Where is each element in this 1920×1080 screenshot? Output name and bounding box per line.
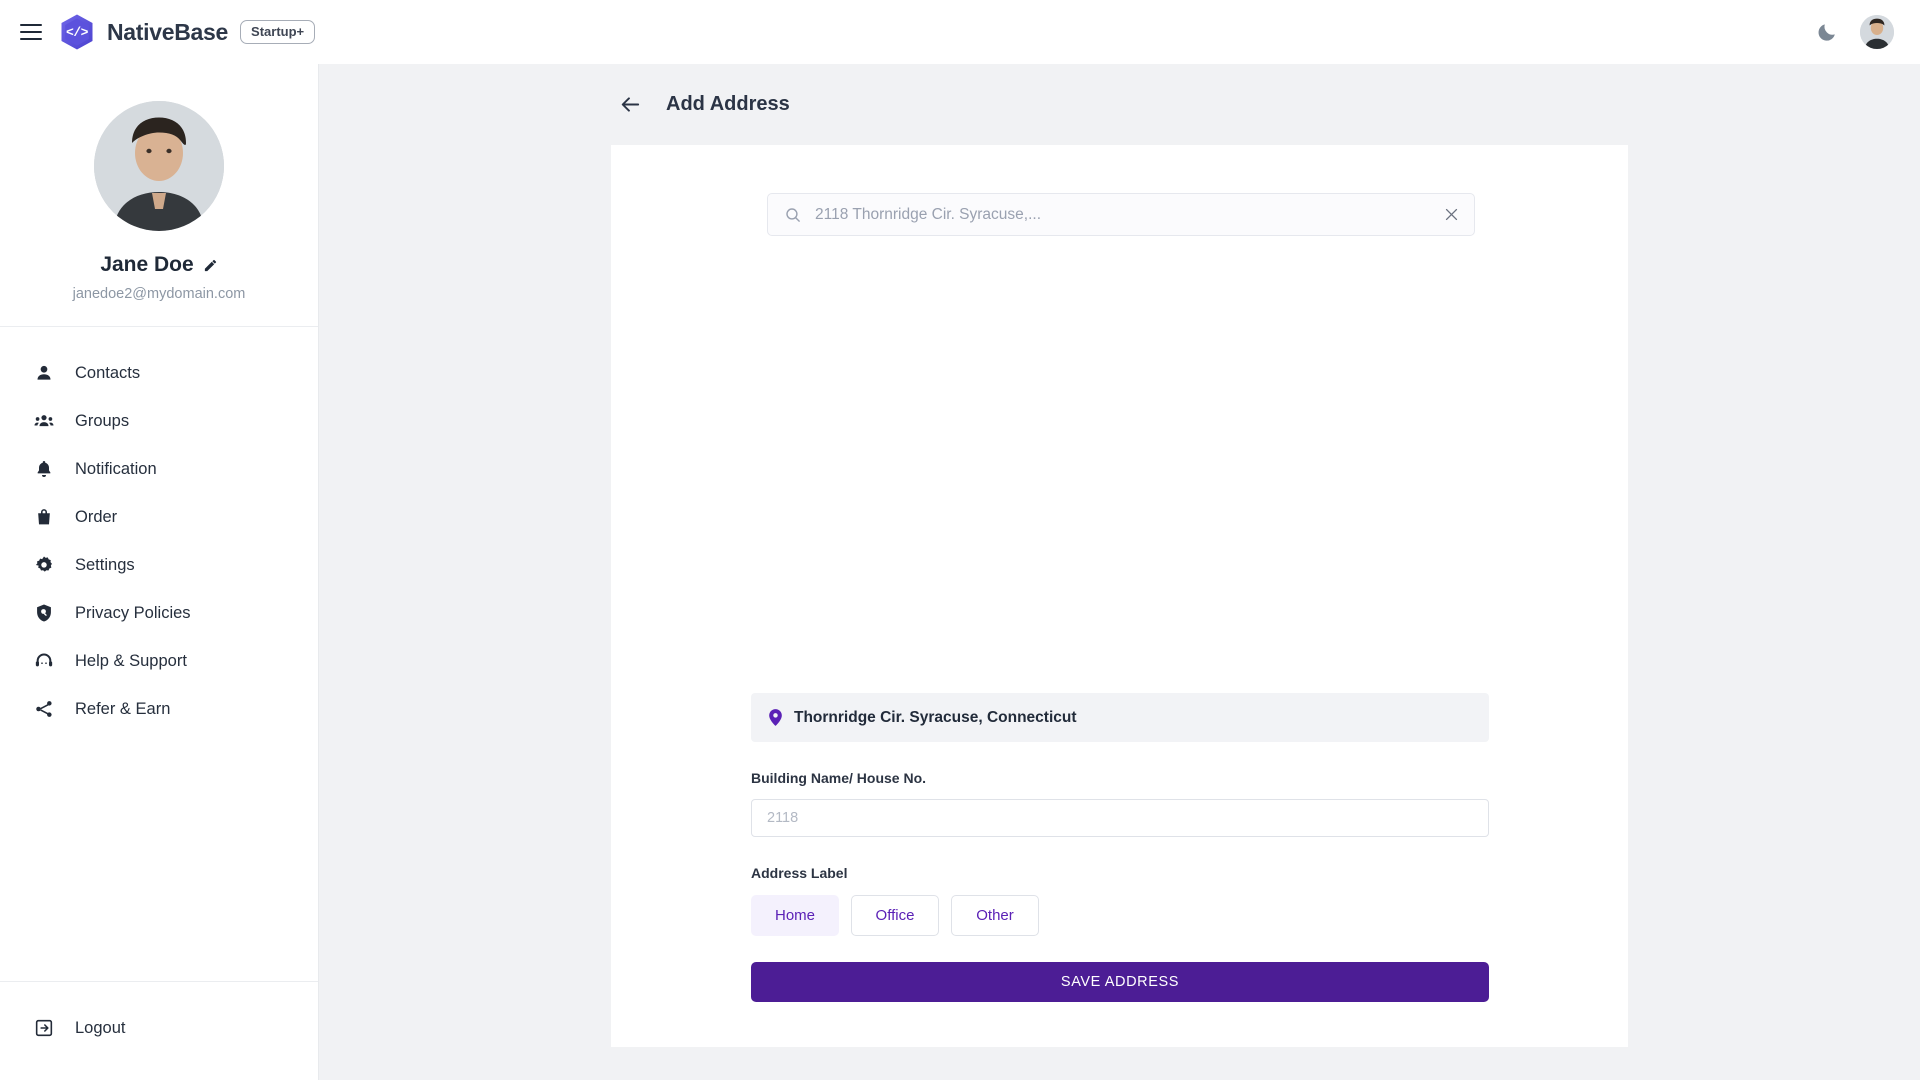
gear-icon: [35, 556, 52, 572]
arrow-left-icon[interactable]: [619, 93, 642, 116]
sidebar-item-privacy-policies[interactable]: Privacy Policies: [0, 589, 318, 637]
page-header: Add Address: [319, 64, 1920, 145]
sidebar-item-label: Privacy Policies: [75, 603, 191, 622]
address-label-other[interactable]: Other: [951, 895, 1039, 936]
sidebar-item-refer-earn[interactable]: Refer & Earn: [0, 685, 318, 733]
sidebar-item-label: Settings: [75, 555, 135, 574]
topbar-actions: [1816, 15, 1894, 49]
sidebar-profile: Jane Doe janedoe2@mydomain.com: [0, 64, 318, 327]
hamburger-line: [20, 38, 42, 40]
address-form: Thornridge Cir. Syracuse, Connecticut Bu…: [751, 693, 1489, 1002]
profile-name-row: Jane Doe: [100, 253, 217, 277]
sidebar-item-label: Groups: [75, 411, 130, 430]
user-avatar[interactable]: [1860, 15, 1894, 49]
address-label-office[interactable]: Office: [851, 895, 939, 936]
building-field-label: Building Name/ House No.: [751, 770, 927, 786]
sidebar-footer: Logout: [0, 981, 318, 1080]
hamburger-line: [20, 24, 42, 26]
nativebase-hexagon-logo[interactable]: </>: [58, 13, 96, 51]
sidebar-nav: Contacts Groups Notification Order Setti…: [0, 327, 318, 981]
sidebar-item-label: Help & Support: [75, 651, 187, 670]
search-icon: [786, 207, 800, 222]
pencil-icon[interactable]: [203, 258, 218, 273]
address-label-options: Home Office Other: [751, 895, 1489, 936]
profile-name: Jane Doe: [100, 253, 194, 276]
close-x-icon[interactable]: [1443, 206, 1460, 223]
headset-icon: [35, 653, 53, 667]
map-pin-icon: [769, 709, 782, 726]
sidebar-item-label: Contacts: [75, 363, 141, 382]
moon-icon[interactable]: [1816, 21, 1838, 43]
profile-avatar[interactable]: [94, 101, 224, 231]
save-address-button[interactable]: SAVE ADDRESS: [751, 962, 1489, 1002]
sidebar-item-order[interactable]: Order: [0, 493, 318, 541]
hamburger-line: [20, 31, 42, 33]
plan-badge: Startup+: [240, 19, 316, 45]
address-search: [767, 193, 1475, 236]
add-address-card: Thornridge Cir. Syracuse, Connecticut Bu…: [611, 145, 1628, 1047]
sidebar-item-contacts[interactable]: Contacts: [0, 349, 318, 397]
sidebar-item-logout[interactable]: Logout: [0, 1004, 318, 1052]
sidebar-item-notification[interactable]: Notification: [0, 445, 318, 493]
sidebar-item-label: Order: [75, 507, 118, 526]
sidebar: Jane Doe janedoe2@mydomain.com Contacts: [0, 64, 319, 1080]
share-icon: [36, 701, 52, 717]
code-brackets-glyph: </>: [66, 24, 88, 40]
shield-search-icon: [37, 604, 51, 622]
building-name-input[interactable]: [751, 799, 1489, 837]
brand-name: NativeBase: [107, 18, 229, 45]
people-group-icon: [34, 415, 54, 427]
page-title: Add Address: [666, 93, 790, 115]
bell-icon: [37, 461, 51, 477]
sidebar-item-settings[interactable]: Settings: [0, 541, 318, 589]
sidebar-item-groups[interactable]: Groups: [0, 397, 318, 445]
sidebar-item-help-support[interactable]: Help & Support: [0, 637, 318, 685]
address-label-home[interactable]: Home: [751, 895, 839, 936]
top-app-bar: </> NativeBase Startup+: [0, 0, 1920, 64]
shopping-bag-icon: [38, 509, 50, 525]
logout-icon: [35, 1019, 53, 1037]
sidebar-item-label: Notification: [75, 459, 157, 478]
selected-address-pill: Thornridge Cir. Syracuse, Connecticut: [751, 693, 1489, 742]
sidebar-item-label: Logout: [75, 1018, 126, 1037]
main-content: Add Address Thornridge: [319, 64, 1920, 1080]
profile-email: janedoe2@mydomain.com: [72, 286, 246, 302]
selected-address-text: Thornridge Cir. Syracuse, Connecticut: [794, 708, 1077, 726]
address-label-heading: Address Label: [751, 865, 848, 881]
sidebar-item-label: Refer & Earn: [75, 699, 171, 718]
hamburger-menu-icon[interactable]: [20, 24, 42, 40]
search-box[interactable]: [767, 193, 1475, 236]
search-input[interactable]: [815, 205, 1443, 224]
person-icon: [37, 365, 51, 380]
